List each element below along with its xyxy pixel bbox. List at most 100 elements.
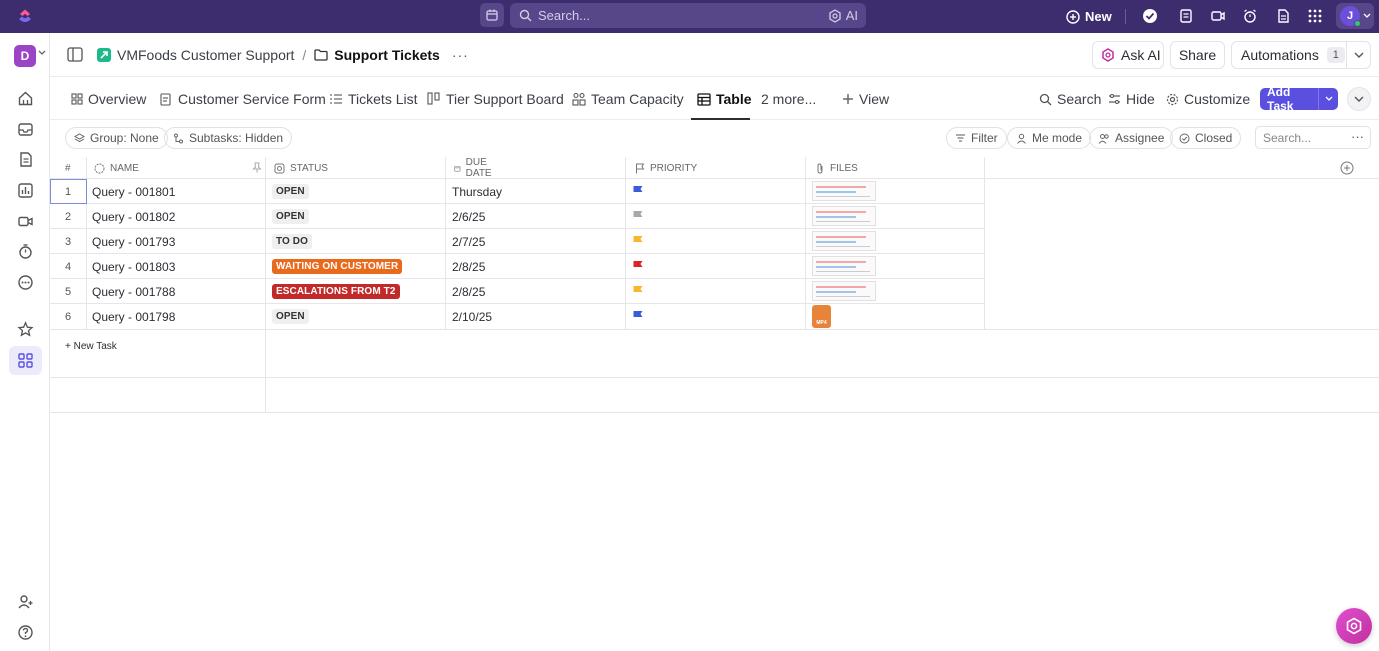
ai-search-button[interactable]: AI (828, 8, 858, 23)
file-attachment-mp4[interactable]: MP4 (812, 305, 831, 328)
tab-customer-service-form[interactable]: Customer Service Form (159, 91, 326, 107)
collapse-toggle-button[interactable] (1347, 87, 1371, 111)
column-header-files[interactable]: FILES (815, 157, 858, 179)
due-date[interactable]: 2/8/25 (452, 260, 485, 274)
due-date[interactable]: Thursday (452, 185, 502, 199)
new-button[interactable]: New (1066, 0, 1112, 33)
task-name[interactable]: Query - 001788 (92, 285, 175, 299)
table-search-input[interactable]: Search... ··· (1255, 126, 1371, 149)
closed-pill[interactable]: Closed (1170, 127, 1242, 149)
inbox-icon[interactable] (17, 121, 34, 138)
status-badge[interactable]: WAITING ON CUSTOMER (272, 259, 403, 274)
invite-user-icon[interactable] (17, 593, 34, 610)
table-row[interactable]: 3 Query - 001793 TO DO 2/7/25 (50, 229, 985, 254)
layers-icon (74, 132, 85, 142)
file-attachment-thumbnail[interactable] (812, 181, 876, 201)
share-button[interactable]: Share (1170, 41, 1225, 69)
due-date[interactable]: 2/10/25 (452, 310, 492, 324)
table-row[interactable]: 2 Query - 001802 OPEN 2/6/25 (50, 204, 985, 229)
task-name[interactable]: Query - 001803 (92, 260, 175, 274)
breadcrumb-more-button[interactable]: ··· (452, 47, 469, 63)
column-header-status[interactable]: STATUS (274, 157, 328, 179)
tab-table[interactable]: Table (697, 91, 752, 107)
table-row[interactable]: 4 Query - 001803 WAITING ON CUSTOMER 2/8/25 (50, 254, 985, 279)
status-badge[interactable]: ESCALATIONS FROM T2 (272, 284, 400, 299)
column-header-name[interactable]: NAME (94, 157, 139, 179)
tab-tickets-list[interactable]: Tickets List (329, 91, 418, 107)
apps-grid-icon[interactable] (1307, 8, 1323, 24)
sidebar-toggle-icon[interactable] (67, 47, 83, 62)
file-attachment-thumbnail[interactable] (812, 281, 876, 301)
subtasks-pill[interactable]: Subtasks: Hidden (164, 127, 293, 149)
user-menu-button[interactable]: J (1336, 3, 1374, 29)
ai-assistant-button[interactable] (1336, 608, 1372, 644)
timesheets-icon[interactable] (17, 243, 34, 260)
workspace-avatar[interactable]: D (14, 45, 36, 67)
automations-button[interactable]: Automations 1 (1231, 41, 1371, 69)
hide-button[interactable]: Hide (1108, 91, 1155, 107)
priority-flag-icon[interactable] (632, 235, 644, 247)
favorites-star-icon[interactable] (17, 321, 34, 338)
dashboards-icon[interactable] (17, 182, 34, 199)
add-column-plus-icon[interactable] (1340, 161, 1354, 175)
priority-flag-icon[interactable] (632, 185, 644, 197)
table-row[interactable]: 5 Query - 001788 ESCALATIONS FROM T2 2/8/25 (50, 279, 985, 304)
help-icon[interactable] (17, 624, 34, 641)
docs-icon[interactable] (17, 151, 34, 168)
table-row[interactable]: 1 Query - 001801 OPEN Thursday (50, 179, 985, 204)
ask-ai-button[interactable]: Ask AI (1092, 41, 1164, 69)
status-badge[interactable]: OPEN (272, 209, 309, 224)
clickup-logo-icon[interactable] (17, 7, 33, 25)
tab-add-view[interactable]: View (842, 91, 889, 107)
priority-flag-icon[interactable] (632, 285, 644, 297)
file-attachment-thumbnail[interactable] (812, 231, 876, 251)
priority-flag-icon[interactable] (632, 260, 644, 272)
home-icon[interactable] (17, 90, 34, 107)
group-by-pill[interactable]: Group: None (65, 127, 168, 149)
column-header-due-date[interactable]: DUE DATE (454, 157, 496, 179)
breadcrumb-list[interactable]: Support Tickets (334, 47, 440, 63)
status-badge[interactable]: OPEN (272, 184, 309, 199)
tab-team-capacity[interactable]: Team Capacity (572, 91, 684, 107)
filter-icon (956, 134, 965, 142)
breadcrumb-space[interactable]: VMFoods Customer Support (117, 47, 294, 63)
pin-icon[interactable] (252, 162, 262, 173)
tab-more-views[interactable]: 2 more... (761, 91, 816, 107)
priority-flag-icon[interactable] (632, 210, 644, 222)
me-mode-pill[interactable]: Me mode (1007, 127, 1092, 149)
due-date[interactable]: 2/8/25 (452, 285, 485, 299)
more-icon[interactable] (17, 274, 34, 291)
file-attachment-thumbnail[interactable] (812, 206, 876, 226)
tab-overview[interactable]: Overview (71, 91, 146, 107)
new-task-button[interactable]: + New Task (65, 341, 117, 352)
task-name[interactable]: Query - 001801 (92, 185, 175, 199)
table-row[interactable]: 6 Query - 001798 OPEN 2/10/25 MP4 (50, 304, 985, 329)
priority-flag-icon[interactable] (632, 310, 644, 322)
more-options-icon[interactable]: ··· (1351, 129, 1364, 144)
status-badge[interactable]: OPEN (272, 309, 309, 324)
search-label: Search (1057, 91, 1102, 107)
clips-video-icon[interactable] (17, 213, 34, 230)
check-circle-icon[interactable] (1142, 8, 1158, 24)
spaces-grid-icon[interactable] (17, 352, 34, 369)
notepad-icon[interactable] (1178, 8, 1194, 24)
calendar-icon[interactable] (480, 3, 504, 27)
assignee-pill[interactable]: Assignee (1089, 127, 1174, 149)
status-badge[interactable]: TO DO (272, 234, 312, 249)
view-search-button[interactable]: Search (1039, 91, 1101, 107)
customize-button[interactable]: Customize (1166, 91, 1250, 107)
file-attachment-thumbnail[interactable] (812, 256, 876, 276)
document-icon[interactable] (1275, 8, 1291, 24)
video-record-icon[interactable] (1210, 8, 1226, 24)
task-name[interactable]: Query - 001793 (92, 235, 175, 249)
task-name[interactable]: Query - 001802 (92, 210, 175, 224)
global-search-input[interactable]: Search... AI (510, 3, 866, 28)
tab-tier-support-board[interactable]: Tier Support Board (427, 91, 564, 107)
due-date[interactable]: 2/7/25 (452, 235, 485, 249)
due-date[interactable]: 2/6/25 (452, 210, 485, 224)
column-header-priority[interactable]: PRIORITY (635, 157, 697, 179)
filter-pill[interactable]: Filter (946, 127, 1007, 149)
task-name[interactable]: Query - 001798 (92, 310, 175, 324)
alarm-clock-icon[interactable] (1242, 8, 1258, 24)
add-task-button[interactable]: Add Task (1260, 85, 1338, 113)
